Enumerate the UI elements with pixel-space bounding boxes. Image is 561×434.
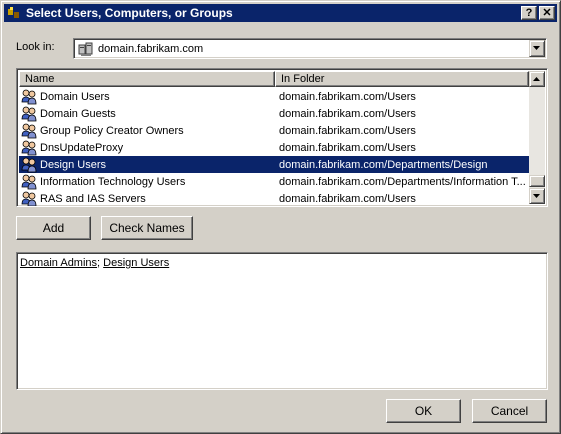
window-title: Select Users, Computers, or Groups [26,6,233,20]
selected-objects-field[interactable]: Domain Admins; Design Users [16,252,548,390]
add-button[interactable]: Add [16,216,91,240]
results-listview[interactable]: Name In Folder Domain Users domain.fabrik… [16,68,548,207]
group-icon [21,191,37,207]
list-item-folder: domain.fabrikam.com/Users [279,124,416,137]
title-bar[interactable]: Select Users, Computers, or Groups ? ✕ [4,4,557,22]
ok-button[interactable]: OK [386,399,461,423]
list-item-name-cell: Domain Users [19,89,277,105]
close-button[interactable]: ✕ [539,6,555,20]
column-header-name[interactable]: Name [19,71,275,87]
help-button[interactable]: ? [521,6,537,20]
dialog-icon [6,5,22,21]
close-icon: ✕ [542,6,552,19]
list-item[interactable]: Design Users domain.fabrikam.com/Departme… [19,156,529,173]
group-icon [21,106,37,122]
list-item-name: Information Technology Users [40,175,186,188]
list-rows: Domain Users domain.fabrikam.com/Users Do… [19,88,529,207]
list-item[interactable]: DnsUpdateProxy domain.fabrikam.com/Users [19,139,529,156]
list-item-name: RAS and IAS Servers [40,192,146,205]
chevron-up-icon [533,76,540,81]
list-item-folder: domain.fabrikam.com/Departments/Informat… [279,175,526,188]
column-header-folder[interactable]: In Folder [275,71,529,87]
list-item[interactable]: RAS and IAS Servers domain.fabrikam.com/U… [19,190,529,207]
scroll-up-button[interactable] [529,71,545,87]
list-item-name-cell: Domain Guests [19,106,277,122]
vertical-scrollbar[interactable] [529,71,545,204]
chevron-down-icon [533,46,540,50]
list-item-name-cell: Group Policy Creator Owners [19,123,277,139]
list-item[interactable]: Domain Guests domain.fabrikam.com/Users [19,105,529,122]
list-item-name-cell: Design Users [19,157,277,173]
list-item-name: Domain Guests [40,107,116,120]
list-item-folder: domain.fabrikam.com/Departments/Design [277,157,529,172]
list-item-name-cell: DnsUpdateProxy [19,140,277,156]
list-item-name-cell: RAS and IAS Servers [19,191,277,207]
list-item-name: DnsUpdateProxy [40,141,124,154]
list-item-name-cell: Information Technology Users [19,174,277,190]
list-item-folder: domain.fabrikam.com/Users [279,141,416,154]
help-icon: ? [525,6,533,19]
list-item-folder: domain.fabrikam.com/Users [279,107,416,120]
scroll-thumb[interactable] [529,175,545,187]
lookin-combobox[interactable]: domain.fabrikam.com [73,38,547,59]
chevron-down-icon [533,193,540,198]
group-icon [21,123,37,139]
list-item-name: Group Policy Creator Owners [40,124,184,137]
list-header: Name In Folder [19,71,529,87]
selected-object[interactable]: Domain Admins [20,257,97,269]
select-users-dialog: Select Users, Computers, or Groups ? ✕ L… [0,0,561,434]
list-item[interactable]: Information Technology Users domain.fabri… [19,173,529,190]
cancel-button[interactable]: Cancel [472,399,547,423]
list-item-name: Domain Users [40,90,110,103]
group-icon [21,157,37,173]
list-item-folder: domain.fabrikam.com/Users [279,192,416,205]
group-icon [21,89,37,105]
check-names-button[interactable]: Check Names [101,216,193,240]
selected-object[interactable]: Design Users [103,257,169,269]
group-icon [21,174,37,190]
lookin-dropdown-button[interactable] [529,40,545,57]
list-item-name: Design Users [39,157,108,172]
list-item-folder: domain.fabrikam.com/Users [279,90,416,103]
group-icon [21,140,37,156]
lookin-value: domain.fabrikam.com [98,42,204,55]
scroll-down-button[interactable] [529,188,545,204]
lookin-label: Look in: [16,41,55,53]
list-item[interactable]: Group Policy Creator Owners domain.fabrik… [19,122,529,139]
domain-icon [78,41,94,57]
list-item[interactable]: Domain Users domain.fabrikam.com/Users [19,88,529,105]
